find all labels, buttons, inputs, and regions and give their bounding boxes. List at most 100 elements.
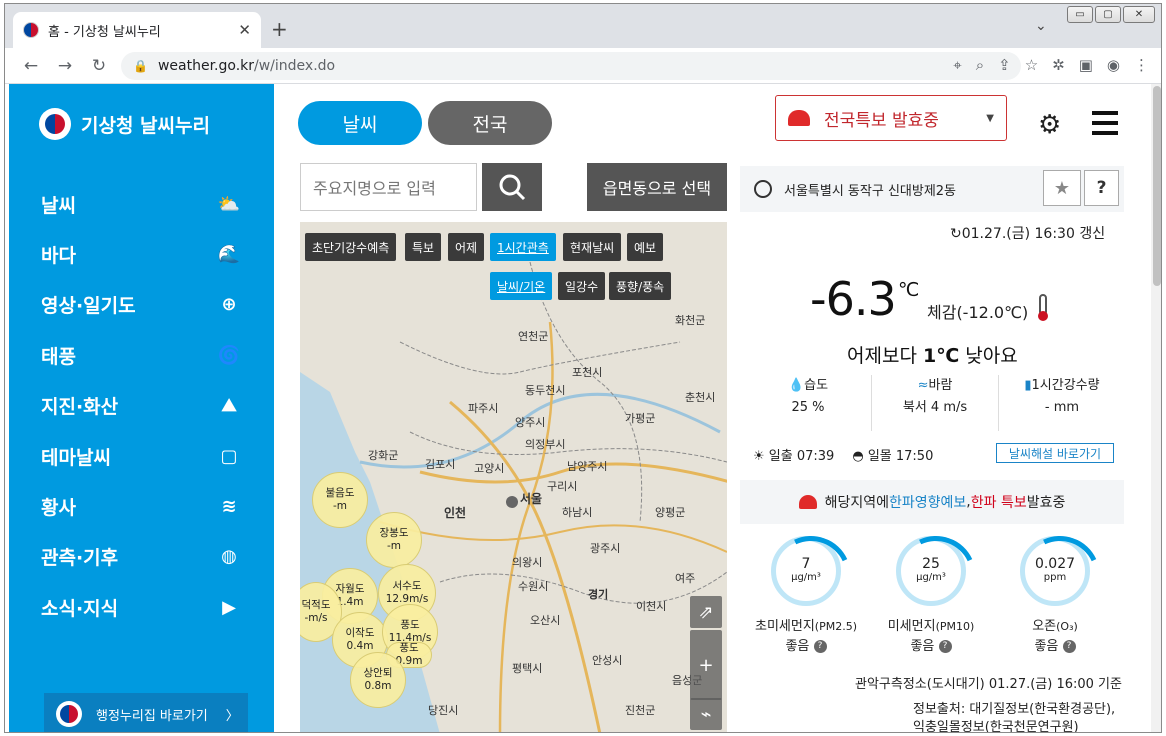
help-icon[interactable]: ? [1062, 640, 1076, 653]
sidebar-item-news[interactable]: 소식·지식 ▶ [9, 582, 274, 632]
sidebar-item-earthquake[interactable]: 지진·화산 ⛰ [9, 381, 274, 431]
dong-select-button[interactable]: 읍면동으로 선택 [587, 163, 727, 211]
sidebar-item-typhoon[interactable]: 태풍 🌀 [9, 330, 274, 380]
map-tab-current[interactable]: 현재날씨 [563, 233, 622, 261]
sidebar-item-satellite[interactable]: 영상·일기도 ⊕ [9, 280, 274, 330]
sidebar-menu: 날씨 ⛅ 바다 🌊 영상·일기도 ⊕ 태풍 🌀 지진·화산 ⛰ 테마날씨 ▢ 황사 ≋ 관측·… [9, 179, 274, 633]
extensions-icon[interactable]: ✲ [1052, 56, 1065, 74]
map-tab-forecast[interactable]: 예보 [627, 233, 664, 261]
forward-icon[interactable]: → [51, 56, 79, 76]
page-scrollbar[interactable] [1151, 84, 1161, 732]
city-label: 오산시 [530, 614, 561, 627]
side-panel-icon[interactable]: ▣ [1079, 56, 1093, 74]
bookmark-star-icon[interactable]: ☆ [1025, 56, 1038, 74]
kma-logo[interactable]: 기상청 날씨누리 [39, 108, 210, 140]
rain-value: - mm [1044, 400, 1080, 415]
city-label: 당진시 [428, 704, 459, 717]
map-subtab-wind[interactable]: 풍향/풍속 [609, 272, 672, 300]
map-subtab-temp[interactable]: 날씨/기온 [490, 272, 553, 300]
new-tab-button[interactable]: + [271, 17, 288, 41]
tab-strip: 홈 - 기상청 날씨누리 ✕ + ⌄ ▭ ▢ ✕ [5, 4, 1161, 48]
zoom-in-button[interactable]: + [690, 630, 722, 700]
map-tab-yesterday[interactable]: 어제 [448, 233, 485, 261]
close-window-button[interactable]: ✕ [1123, 6, 1155, 23]
station-marker[interactable]: 불음도 -m [312, 472, 368, 528]
back-icon[interactable]: ← [17, 56, 45, 76]
city-label: 고양시 [474, 462, 505, 475]
air-name: 미세먼지 [887, 619, 936, 634]
weather-commentary-link[interactable]: 날씨해설 바로가기 [996, 443, 1114, 463]
gauge-unit: μg/m³ [916, 572, 946, 583]
zoom-icon[interactable]: ⌕ [976, 56, 984, 74]
wind-stat: ≈바람 북서 4 m/s [872, 375, 999, 431]
map-tab-warning[interactable]: 특보 [405, 233, 442, 261]
help-icon[interactable]: ? [813, 640, 827, 653]
maximize-button[interactable]: ▢ [1095, 6, 1121, 23]
tab-close-icon[interactable]: ✕ [238, 21, 251, 39]
nation-alert-dropdown[interactable]: 전국특보 발효중 ▼ [775, 95, 1007, 141]
sidebar-item-sea[interactable]: 바다 🌊 [9, 229, 274, 279]
browser-tab[interactable]: 홈 - 기상청 날씨누리 ✕ [13, 12, 261, 48]
map-tab-nowcast[interactable]: 초단기강수예측 [305, 233, 397, 261]
sidebar-item-theme[interactable]: 테마날씨 ▢ [9, 431, 274, 481]
search-input[interactable]: 주요지명으로 입력 [300, 163, 477, 211]
help-button[interactable]: ? [1084, 170, 1119, 206]
profile-icon[interactable]: ◉ [1107, 56, 1120, 74]
minimize-button[interactable]: ▭ [1067, 6, 1093, 23]
pm10-label: 미세먼지(PM10) 좋음 ? [866, 617, 996, 657]
station-value: -m [386, 540, 402, 552]
yesterday-compare: 어제보다 1℃ 낮아요 [847, 341, 1018, 368]
air-name: 오존 [1032, 619, 1057, 634]
search-button[interactable] [482, 163, 542, 211]
share-icon[interactable]: ⇪ [998, 56, 1011, 74]
city-label: 평택시 [512, 662, 543, 675]
city-label: 포천시 [572, 366, 603, 379]
weather-stats: 💧습도 25 % ≈바람 북서 4 m/s ▮1시간강수량 - mm [745, 375, 1125, 431]
warning-part-b: 특보 [1000, 495, 1027, 511]
favorite-star-button[interactable]: ★ [1043, 170, 1081, 206]
menu-dots-icon[interactable]: ⋮ [1134, 56, 1149, 74]
gov-shortcut-button[interactable]: 행정누리집 바로가기 〉 [44, 693, 248, 732]
gps-target-icon[interactable] [754, 180, 772, 198]
typhoon-icon: 🌀 [217, 344, 241, 366]
impact-forecast-link[interactable]: 한파영향예보 [889, 492, 966, 512]
gauge-value: 0.027 [1034, 556, 1076, 572]
tab-search-chevron-icon[interactable]: ⌄ [1035, 18, 1047, 34]
pm25-label: 초미세먼지(PM2.5) 좋음 ? [741, 617, 871, 657]
sidebar-item-weather[interactable]: 날씨 ⛅ [9, 179, 274, 229]
station-name: 이작도 [345, 627, 375, 639]
city-label: 화천군 [675, 314, 706, 327]
reload-icon[interactable]: ↻ [85, 56, 113, 76]
sidebar-item-dust[interactable]: 황사 ≋ [9, 481, 274, 531]
gauge-value: 7 [801, 556, 811, 572]
hamburger-menu-icon[interactable] [1092, 111, 1118, 141]
refresh-icon[interactable]: ↻ [950, 226, 962, 242]
city-label: 하남시 [562, 506, 593, 519]
station-marker[interactable]: 장봉도 -m [366, 512, 422, 568]
address-bar[interactable]: 🔒 weather.go.kr/w/index.do [121, 52, 1021, 80]
sidebar-item-climate[interactable]: 관측·기후 ◍ [9, 532, 274, 582]
external-link-icon[interactable]: ⇗ [690, 596, 722, 628]
location-blocked-icon[interactable]: ⌖ [953, 56, 961, 74]
city-label: 여주 [675, 572, 696, 585]
map-tab-hourly-obs[interactable]: 1시간관측 [490, 233, 556, 261]
station-marker[interactable]: 상안퇴 0.8m [350, 652, 406, 708]
tab-nation[interactable]: 전국 [428, 101, 552, 145]
gauge-value: 25 [922, 556, 940, 572]
city-label: 인천 [444, 506, 467, 520]
weather-map[interactable]: 초단기강수예측 특보 어제 1시간관측 현재날씨 예보 날씨/기온 일강수 풍향… [300, 222, 727, 732]
help-icon[interactable]: ? [938, 640, 952, 653]
city-label: 남양주시 [567, 460, 608, 473]
humidity-label: 습도 [804, 378, 829, 393]
sidebar-item-label: 지진·화산 [41, 396, 119, 419]
cloud-sun-icon: ⛅ [217, 193, 241, 215]
gauge-unit: μg/m³ [791, 572, 821, 583]
map-subtab-rain[interactable]: 일강수 [558, 272, 606, 300]
sunset-time: 17:50 [895, 449, 934, 464]
scrollbar-thumb[interactable] [1153, 86, 1161, 286]
ruler-icon[interactable]: ⌁ [690, 698, 722, 730]
tab-weather[interactable]: 날씨 [298, 101, 422, 145]
cold-wave-warning-link[interactable]: 한파 특보 [971, 492, 1027, 512]
settings-gear-icon[interactable]: ⚙ [1038, 110, 1061, 140]
station-source: 관악구측정소(도시대기) 01.27.(금) 16:00 기준 [855, 677, 1122, 692]
